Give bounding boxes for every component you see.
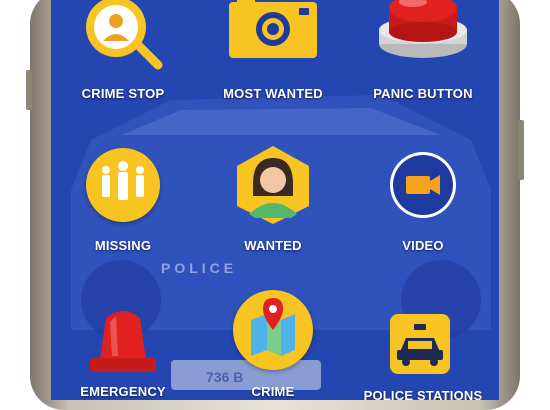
siren-light-icon <box>90 311 156 372</box>
tile-panic-button[interactable]: PANIC BUTTON <box>353 0 493 120</box>
phone-side-button <box>26 70 32 110</box>
tile-label: WANTED <box>244 238 302 253</box>
tile-label: CRIME STOP <box>81 86 165 101</box>
camera-icon <box>229 0 317 58</box>
tile-label: POLICE STATIONS <box>363 388 483 400</box>
tile-label: VIDEO <box>402 238 444 253</box>
tile-label: EMERGENCY <box>80 384 166 399</box>
tile-label: PANIC BUTTON <box>373 86 473 101</box>
red-panic-button-icon <box>379 0 467 58</box>
tile-label: CRIME <box>251 384 295 399</box>
tile-crime-map[interactable]: CRIME <box>203 290 343 400</box>
map-pin-icon <box>251 298 295 356</box>
tile-police-stations[interactable]: POLICE STATIONS <box>353 300 493 400</box>
tile-missing[interactable]: MISSING <box>53 148 193 268</box>
police-car-icon <box>390 314 450 374</box>
tile-most-wanted[interactable]: MOST WANTED <box>203 0 343 120</box>
woman-avatar-icon <box>237 146 309 224</box>
tile-label: MISSING <box>94 238 152 253</box>
video-camera-icon <box>390 152 456 218</box>
tile-crime-stop[interactable]: CRIME STOP <box>53 0 193 120</box>
tile-video[interactable]: VIDEO <box>353 148 493 268</box>
magnifier-person-icon <box>86 0 163 70</box>
tile-wanted[interactable]: WANTED <box>203 146 343 268</box>
tile-label: MOST WANTED <box>223 86 323 101</box>
tile-emergency[interactable]: EMERGENCY <box>53 300 193 400</box>
people-group-icon <box>102 161 144 200</box>
app-screen: POLICE 736 B CRIME STOP MOST WANTED PANI… <box>51 0 499 400</box>
phone-side-button <box>518 120 524 180</box>
